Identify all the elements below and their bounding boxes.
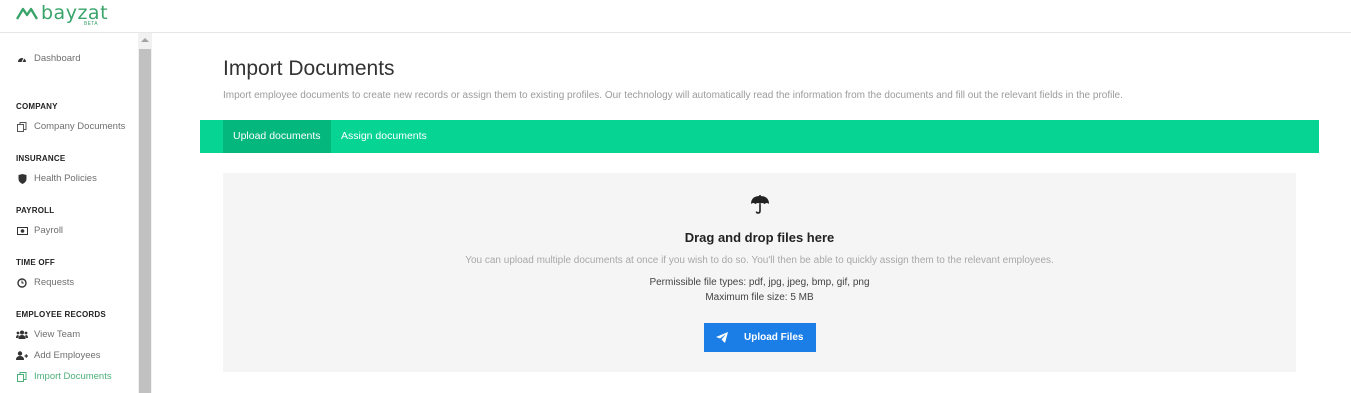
upload-files-button[interactable]: Upload Files	[704, 323, 816, 352]
sidebar-section-employee-records: EMPLOYEE RECORDS	[16, 310, 106, 319]
permissible-file-types: Permissible file types: pdf, jpg, jpeg, …	[649, 277, 870, 288]
sidebar-item-requests[interactable]: Requests	[16, 277, 74, 288]
scroll-up-arrow-icon[interactable]	[138, 33, 152, 47]
sidebar-item-label: Dashboard	[34, 53, 81, 64]
sidebar-nav: Dashboard COMPANY Company Documents INSU…	[0, 33, 138, 393]
drop-zone-subtitle: You can upload multiple documents at onc…	[465, 255, 1054, 266]
bayzat-logo[interactable]: bayzat BETA	[16, 2, 108, 27]
sidebar-item-label: Payroll	[34, 225, 64, 236]
sidebar-section-time-off: TIME OFF	[16, 258, 55, 267]
top-bar: bayzat BETA	[0, 0, 1351, 33]
sidebar-item-add-employees[interactable]: Add Employees	[16, 350, 101, 361]
maximum-file-size: Maximum file size: 5 MB	[705, 292, 814, 303]
add-user-icon	[16, 351, 28, 361]
sidebar-item-label: View Team	[34, 329, 81, 340]
paper-plane-icon	[716, 332, 728, 343]
money-icon	[16, 226, 28, 236]
scroll-thumb[interactable]	[139, 49, 151, 393]
file-drop-zone[interactable]: Drag and drop files here You can upload …	[223, 173, 1296, 372]
team-icon	[16, 330, 28, 340]
sidebar-item-dashboard[interactable]: Dashboard	[16, 53, 80, 64]
page-description: Import employee documents to create new …	[223, 90, 1123, 101]
sidebar-item-label: Requests	[34, 277, 75, 288]
umbrella-icon	[751, 195, 769, 214]
sidebar-section-payroll: PAYROLL	[16, 206, 55, 215]
dashboard-icon	[16, 54, 28, 64]
sidebar-section-insurance: INSURANCE	[16, 154, 66, 163]
sidebar-item-label: Company Documents	[34, 121, 126, 132]
drop-zone-title: Drag and drop files here	[684, 230, 835, 245]
upload-files-label: Upload Files	[744, 332, 804, 343]
sidebar-item-label: Add Employees	[34, 350, 101, 361]
sidebar-item-label: Health Policies	[34, 173, 97, 184]
documents-icon	[16, 371, 28, 382]
tab-assign-documents[interactable]: Assign documents	[331, 120, 437, 153]
sidebar-item-view-team[interactable]: View Team	[16, 329, 80, 340]
shield-icon	[16, 173, 28, 184]
sidebar-item-payroll[interactable]: Payroll	[16, 225, 63, 236]
page-title: Import Documents	[223, 57, 395, 80]
sidebar-section-company: COMPANY	[16, 102, 58, 111]
clock-icon	[16, 277, 28, 288]
sidebar-item-health-policies[interactable]: Health Policies	[16, 173, 97, 184]
sidebar-scrollbar[interactable]	[138, 33, 152, 393]
main-content: Import Documents Import employee documen…	[152, 33, 1351, 393]
sidebar-item-import-documents[interactable]: Import Documents	[16, 371, 112, 382]
sidebar-item-label: Import Documents	[34, 371, 112, 382]
sidebar: Dashboard COMPANY Company Documents INSU…	[0, 33, 152, 393]
tab-upload-documents[interactable]: Upload documents	[223, 120, 331, 153]
sidebar-item-company-documents[interactable]: Company Documents	[16, 121, 125, 132]
documents-icon	[16, 121, 28, 132]
logo-beta-tag: BETA	[84, 21, 98, 27]
logo-mark-icon	[16, 7, 38, 20]
tab-bar: Upload documents Assign documents	[200, 120, 1319, 153]
